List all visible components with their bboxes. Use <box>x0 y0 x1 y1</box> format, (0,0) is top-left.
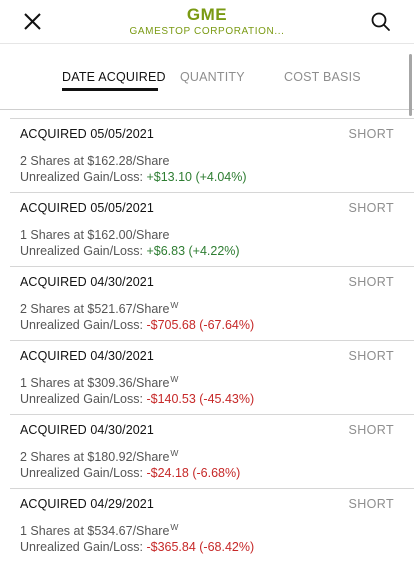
wash-sale-marker: W <box>170 374 179 384</box>
gain-label: Unrealized Gain/Loss: <box>20 540 147 554</box>
wash-sale-marker: W <box>170 300 179 310</box>
gain-value: +$6.83 (+4.22%) <box>146 244 240 258</box>
shares-price: 2 Shares at $180.92/ShareW <box>20 448 178 464</box>
shares-text: 2 Shares at $162.28/Share <box>20 154 170 168</box>
unrealized-gain: Unrealized Gain/Loss: -$705.68 (-67.64%) <box>20 318 254 332</box>
shares-text: 2 Shares at $180.92/Share <box>20 450 170 464</box>
gain-value: -$365.84 (-68.42%) <box>146 540 255 554</box>
shares-text: 1 Shares at $309.36/Share <box>20 376 170 390</box>
close-button[interactable] <box>18 7 48 37</box>
acquired-date: ACQUIRED 04/30/2021 <box>20 349 154 363</box>
gain-label: Unrealized Gain/Loss: <box>20 392 147 406</box>
top-bar: GME GAMESTOP CORPORATION... <box>0 0 414 44</box>
close-icon <box>24 13 41 30</box>
list-item[interactable]: ACQUIRED 04/30/2021 SHORT 1 Shares at $3… <box>10 340 414 414</box>
search-button[interactable] <box>366 7 396 37</box>
tab-quantity[interactable]: QUANTITY <box>180 70 245 84</box>
unrealized-gain: Unrealized Gain/Loss: +$13.10 (+4.04%) <box>20 170 247 184</box>
ticker-symbol: GME <box>186 5 228 24</box>
acquired-date: ACQUIRED 05/05/2021 <box>20 201 154 215</box>
unrealized-gain: Unrealized Gain/Loss: -$365.84 (-68.42%) <box>20 540 254 554</box>
sort-tabs: DATE ACQUIRED QUANTITY COST BASIS <box>0 44 414 110</box>
unrealized-gain: Unrealized Gain/Loss: -$140.53 (-45.43%) <box>20 392 254 406</box>
list-item[interactable]: ACQUIRED 04/30/2021 SHORT 2 Shares at $5… <box>10 266 414 340</box>
shares-price: 1 Shares at $309.36/ShareW <box>20 374 178 390</box>
holding-term: SHORT <box>348 127 394 141</box>
tab-date-acquired[interactable]: DATE ACQUIRED <box>62 70 166 84</box>
holding-term: SHORT <box>348 349 394 363</box>
unrealized-gain: Unrealized Gain/Loss: +$6.83 (+4.22%) <box>20 244 240 258</box>
tax-lot-list: ACQUIRED 05/05/2021 SHORT 2 Shares at $1… <box>0 118 414 562</box>
gain-label: Unrealized Gain/Loss: <box>20 244 147 258</box>
search-icon <box>371 12 390 31</box>
acquired-date: ACQUIRED 04/30/2021 <box>20 423 154 437</box>
gain-value: +$13.10 (+4.04%) <box>146 170 247 184</box>
shares-text: 1 Shares at $534.67/Share <box>20 524 170 538</box>
unrealized-gain: Unrealized Gain/Loss: -$24.18 (-6.68%) <box>20 466 240 480</box>
shares-price: 1 Shares at $162.00/Share <box>20 226 170 242</box>
list-item[interactable]: ACQUIRED 04/29/2021 SHORT 1 Shares at $5… <box>10 488 414 562</box>
tab-cost-basis[interactable]: COST BASIS <box>284 70 361 84</box>
scrollbar[interactable] <box>409 54 412 116</box>
gain-value: -$705.68 (-67.64%) <box>146 318 255 332</box>
gain-label: Unrealized Gain/Loss: <box>20 318 147 332</box>
shares-text: 1 Shares at $162.00/Share <box>20 228 170 242</box>
wash-sale-marker: W <box>170 448 179 458</box>
gain-label: Unrealized Gain/Loss: <box>20 466 147 480</box>
acquired-date: ACQUIRED 04/29/2021 <box>20 497 154 511</box>
acquired-date: ACQUIRED 05/05/2021 <box>20 127 154 141</box>
wash-sale-marker: W <box>170 522 179 532</box>
holding-term: SHORT <box>348 423 394 437</box>
active-tab-indicator <box>62 88 158 91</box>
gain-label: Unrealized Gain/Loss: <box>20 170 147 184</box>
security-title: GME GAMESTOP CORPORATION... <box>100 6 314 38</box>
holding-term: SHORT <box>348 201 394 215</box>
shares-price: 2 Shares at $521.67/ShareW <box>20 300 178 316</box>
list-item[interactable]: ACQUIRED 05/05/2021 SHORT 1 Shares at $1… <box>10 192 414 266</box>
shares-price: 2 Shares at $162.28/Share <box>20 152 170 168</box>
gain-value: -$140.53 (-45.43%) <box>146 392 255 406</box>
shares-text: 2 Shares at $521.67/Share <box>20 302 170 316</box>
company-name: GAMESTOP CORPORATION... <box>129 26 285 37</box>
list-item[interactable]: ACQUIRED 04/30/2021 SHORT 2 Shares at $1… <box>10 414 414 488</box>
shares-price: 1 Shares at $534.67/ShareW <box>20 522 178 538</box>
list-item[interactable]: ACQUIRED 05/05/2021 SHORT 2 Shares at $1… <box>10 118 414 192</box>
acquired-date: ACQUIRED 04/30/2021 <box>20 275 154 289</box>
holding-term: SHORT <box>348 497 394 511</box>
gain-value: -$24.18 (-6.68%) <box>146 466 241 480</box>
holding-term: SHORT <box>348 275 394 289</box>
